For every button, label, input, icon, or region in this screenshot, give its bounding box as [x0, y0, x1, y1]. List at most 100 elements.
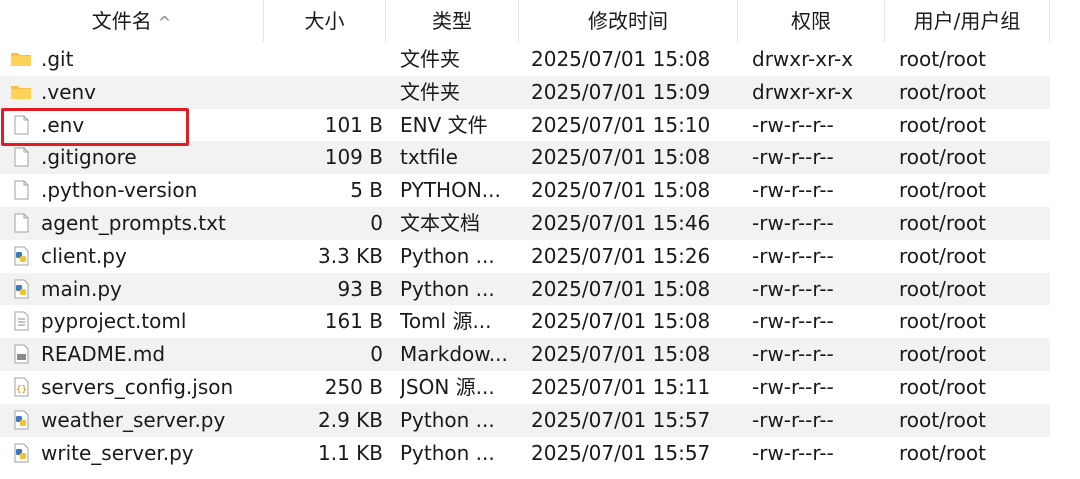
file-row[interactable]: weather_server.py 2.9 KB Python ... 2025/07…	[0, 403, 1050, 437]
folder-icon	[10, 82, 32, 102]
file-size: 2.9 KB	[318, 407, 383, 432]
file-type: Python ...	[400, 440, 495, 465]
file-name: .gitignore	[41, 145, 137, 170]
text-file-icon	[10, 311, 32, 331]
highlight-box	[1, 108, 189, 146]
file-type: Markdow...	[400, 342, 508, 367]
file-row[interactable]: .python-version 5 B PYTHON... 2025/07/01 15…	[0, 174, 1050, 207]
file-permissions: -rw-r--r--	[752, 112, 834, 137]
file-size: 101 B	[324, 112, 383, 137]
file-size: 5 B	[350, 178, 383, 203]
file-name: README.md	[41, 342, 166, 367]
column-header-owner-label: 用户/用户组	[913, 9, 1021, 33]
sort-ascending-icon: ^	[157, 13, 172, 32]
file-permissions: -rw-r--r--	[752, 375, 834, 399]
file-size	[285, 76, 383, 109]
file-owner: root/root	[899, 243, 986, 268]
file-modified: 2025/07/01 15:08	[531, 276, 711, 301]
svg-text:{}: {}	[16, 385, 27, 395]
column-header-size[interactable]: 大小	[264, 0, 386, 42]
file-owner: root/root	[899, 112, 986, 137]
file-row[interactable]: {} servers_config.json 250 B JSON 源... 2025/…	[0, 371, 1050, 404]
file-name: main.py	[41, 276, 122, 301]
file-modified: 2025/07/01 15:57	[531, 407, 711, 432]
file-type: Toml 源...	[400, 309, 492, 334]
column-header-name-label: 文件名	[91, 9, 152, 33]
file-type: ENV 文件	[400, 112, 488, 137]
file-owner: root/root	[899, 440, 986, 465]
file-owner: root/root	[899, 178, 986, 203]
file-size: 250 B	[324, 375, 383, 399]
file-modified: 2025/07/01 15:09	[531, 79, 711, 104]
column-header-modified[interactable]: 修改时间	[519, 0, 738, 42]
file-modified: 2025/07/01 15:26	[531, 243, 711, 268]
file-owner: root/root	[899, 375, 986, 399]
file-type: PYTHON...	[400, 178, 501, 203]
file-size: 0	[370, 342, 383, 367]
python-file-icon	[10, 443, 32, 463]
file-permissions: -rw-r--r--	[752, 178, 834, 203]
column-header-permissions-label: 权限	[791, 9, 831, 33]
file-name: servers_config.json	[41, 375, 234, 399]
python-file-icon	[10, 279, 32, 299]
file-size: 93 B	[337, 276, 383, 301]
file-permissions: -rw-r--r--	[752, 342, 834, 367]
file-size	[285, 43, 383, 76]
file-size: 1.1 KB	[318, 440, 383, 465]
python-file-icon	[10, 410, 32, 430]
file-owner: root/root	[899, 276, 986, 301]
file-type: Python ...	[400, 407, 495, 432]
file-owner: root/root	[899, 407, 986, 432]
file-list-header: 文件名 ^ 大小 类型 修改时间 权限 用户/用户组	[0, 0, 1080, 42]
file-icon	[10, 213, 32, 233]
file-permissions: -rw-r--r--	[752, 211, 834, 235]
file-permissions: -rw-r--r--	[752, 276, 834, 301]
file-row[interactable]: .git 文件夹 2025/07/01 15:08 drwxr-xr-x root/ro…	[0, 43, 1050, 76]
file-name: .python-version	[41, 178, 198, 203]
file-row[interactable]: .gitignore 109 B txtfile 2025/07/01 15:08 -r…	[0, 141, 1050, 175]
file-owner: root/root	[899, 47, 986, 71]
file-modified: 2025/07/01 15:08	[531, 342, 711, 367]
file-modified: 2025/07/01 15:08	[531, 145, 711, 170]
file-size: 0	[370, 211, 383, 235]
file-owner: root/root	[899, 342, 986, 367]
file-permissions: -rw-r--r--	[752, 407, 834, 432]
file-permissions: -rw-r--r--	[752, 440, 834, 465]
file-name: pyproject.toml	[41, 309, 187, 334]
file-modified: 2025/07/01 15:57	[531, 440, 711, 465]
file-row[interactable]: README.md 0 Markdow... 2025/07/01 15:08 -rw-…	[0, 338, 1050, 371]
file-owner: root/root	[899, 79, 986, 104]
column-header-modified-label: 修改时间	[588, 9, 668, 33]
column-header-owner[interactable]: 用户/用户组	[885, 0, 1050, 42]
folder-icon	[10, 49, 32, 69]
file-type: JSON 源...	[400, 375, 495, 399]
file-owner: root/root	[899, 211, 986, 235]
file-icon	[10, 180, 32, 200]
file-owner: root/root	[899, 145, 986, 170]
file-row[interactable]: .venv 文件夹 2025/07/01 15:09 drwxr-xr-x root/r…	[0, 75, 1050, 109]
file-name: weather_server.py	[41, 407, 226, 432]
file-size: 3.3 KB	[318, 243, 383, 268]
column-header-type[interactable]: 类型	[386, 0, 519, 42]
column-header-name[interactable]: 文件名 ^	[0, 0, 264, 42]
file-modified: 2025/07/01 15:11	[531, 375, 711, 399]
column-header-permissions[interactable]: 权限	[738, 0, 885, 42]
file-size: 161 B	[324, 309, 383, 334]
file-row[interactable]: write_server.py 1.1 KB Python ... 2025/07/0…	[0, 437, 1050, 470]
file-row[interactable]: main.py 93 B Python ... 2025/07/01 15:08 -rw…	[0, 272, 1050, 306]
file-icon	[10, 147, 32, 167]
file-modified: 2025/07/01 15:08	[531, 309, 711, 334]
file-owner: root/root	[899, 309, 986, 334]
file-modified: 2025/07/01 15:46	[531, 211, 711, 235]
file-permissions: -rw-r--r--	[752, 243, 834, 268]
file-row[interactable]: pyproject.toml 161 B Toml 源... 2025/07/01 1…	[0, 305, 1050, 338]
file-row[interactable]: client.py 3.3 KB Python ... 2025/07/01 15:2…	[0, 240, 1050, 273]
file-type: 文件夹	[400, 79, 460, 104]
file-type: txtfile	[400, 145, 458, 170]
file-name: .git	[41, 47, 74, 71]
file-row[interactable]: agent_prompts.txt 0 文本文档 2025/07/01 15:46 -r…	[0, 207, 1050, 240]
file-permissions: -rw-r--r--	[752, 309, 834, 334]
file-size: 109 B	[324, 145, 383, 170]
file-name: client.py	[41, 243, 127, 268]
file-type: 文件夹	[400, 47, 460, 71]
